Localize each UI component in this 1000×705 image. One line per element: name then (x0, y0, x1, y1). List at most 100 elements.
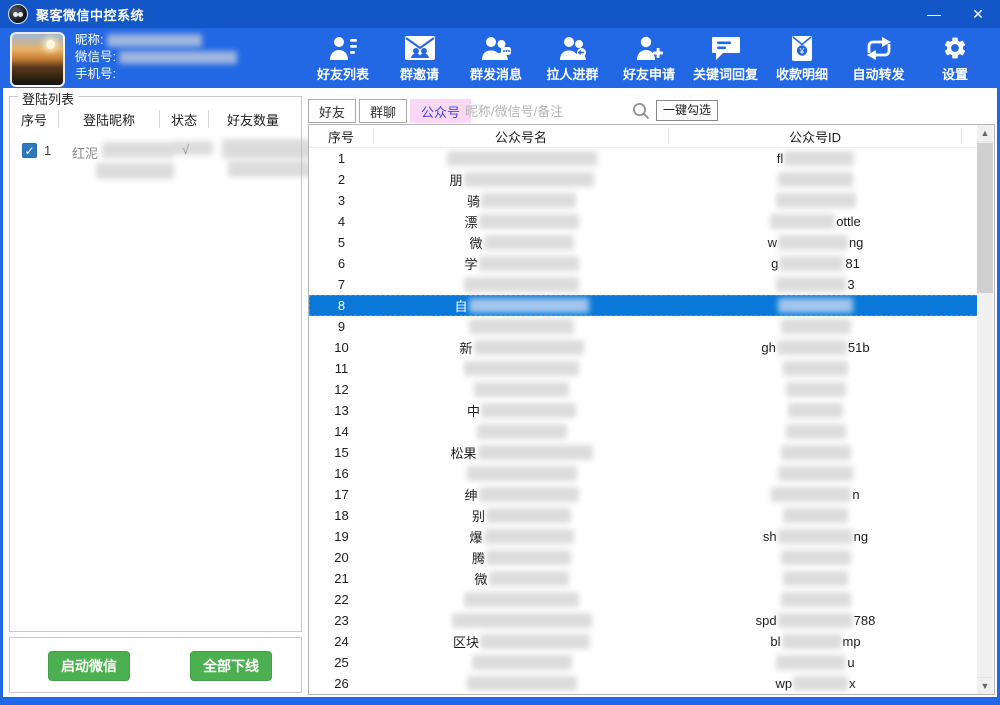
phone-label: 手机号: (75, 66, 116, 84)
user-info: 昵称: 微信号: 手机号: (75, 32, 237, 83)
nav-item-5[interactable]: 好友申请 (614, 31, 684, 88)
nav-item-3[interactable]: 群发消息 (461, 31, 531, 88)
table-row-24[interactable]: 24区块blmp (309, 631, 978, 652)
redacted-id (770, 214, 835, 229)
nav-item-6[interactable]: 关键词回复 (691, 31, 761, 88)
login-count-redacted2 (228, 161, 316, 177)
nav-item-8[interactable]: 自动转发 (844, 31, 914, 88)
nav-item-9[interactable]: 设置 (920, 31, 990, 88)
login-status-redacted (173, 141, 213, 155)
row-account-id (669, 592, 962, 607)
row-account-name: 微 (374, 569, 669, 588)
row-account-name: 爆 (374, 527, 669, 546)
redacted-id (783, 508, 848, 523)
table-row-1[interactable]: 1fl (309, 148, 978, 169)
row-account-name: 中 (374, 401, 669, 420)
nav-label: 好友申请 (623, 64, 675, 83)
pull-into-group-icon (558, 33, 588, 63)
table-row-15[interactable]: 15松果 (309, 442, 978, 463)
redacted-name (479, 256, 579, 271)
scrollbar-thumb[interactable] (977, 143, 993, 293)
table-row-26[interactable]: 26wpx (309, 673, 978, 694)
mass-message-icon (481, 33, 511, 63)
nav-label: 关键词回复 (693, 64, 758, 83)
table-row-21[interactable]: 21微 (309, 568, 978, 589)
nav-label: 设置 (942, 64, 968, 83)
row-num: 9 (309, 319, 374, 334)
table-row-9[interactable]: 9 (309, 316, 978, 337)
group-invite-icon (405, 33, 435, 63)
row-num: 3 (309, 193, 374, 208)
table-row-23[interactable]: 23spd788 (309, 610, 978, 631)
all-offline-button[interactable]: 全部下线 (190, 651, 272, 681)
row-account-id (669, 361, 962, 376)
start-wechat-button[interactable]: 启动微信 (48, 651, 130, 681)
redacted-name (479, 214, 579, 229)
vertical-scrollbar[interactable]: ▲ ▼ (977, 125, 993, 694)
login-row-checkbox[interactable]: ✓ (22, 143, 37, 158)
table-row-7[interactable]: 73 (309, 274, 978, 295)
tab-groups[interactable]: 群聊 (359, 99, 407, 123)
row-account-id (669, 571, 962, 586)
row-account-id (669, 193, 962, 208)
row-account-name: 绅 (374, 485, 669, 504)
table-row-8[interactable]: 8自 (309, 295, 978, 316)
table-row-25[interactable]: 25u (309, 652, 978, 673)
table-row-4[interactable]: 4漂ottle (309, 211, 978, 232)
table-row-20[interactable]: 20腾 (309, 547, 978, 568)
nav-item-4[interactable]: 拉人进群 (538, 31, 608, 88)
redacted-id (781, 319, 851, 334)
search-input[interactable] (465, 99, 650, 123)
redacted-name (480, 634, 590, 649)
row-account-name: 松果 (374, 443, 669, 462)
table-row-6[interactable]: 6学g81 (309, 253, 978, 274)
table-row-17[interactable]: 17绅n (309, 484, 978, 505)
login-row[interactable]: ✓ 1 红泥 √ (10, 137, 301, 187)
tab-official-accounts[interactable]: 公众号 (410, 99, 471, 123)
row-account-name: 自 (374, 296, 669, 315)
minimize-button[interactable]: — (912, 0, 956, 28)
row-account-name: 朋 (374, 170, 669, 189)
tab-friends[interactable]: 好友 (308, 99, 356, 123)
redacted-name (481, 403, 576, 418)
row-num: 7 (309, 277, 374, 292)
table-row-16[interactable]: 16 (309, 463, 978, 484)
table-row-13[interactable]: 13中 (309, 400, 978, 421)
redacted-id (776, 277, 846, 292)
table-row-3[interactable]: 3骑 (309, 190, 978, 211)
redacted-id (776, 193, 856, 208)
table-row-19[interactable]: 19爆shng (309, 526, 978, 547)
login-list-title: 登陆列表 (18, 89, 78, 108)
row-account-name (374, 382, 669, 397)
row-account-id (669, 382, 962, 397)
close-button[interactable]: ✕ (956, 0, 1000, 28)
table-row-12[interactable]: 12 (309, 379, 978, 400)
table-row-2[interactable]: 2朋 (309, 169, 978, 190)
redacted-id (784, 151, 854, 166)
table-row-22[interactable]: 22 (309, 589, 978, 610)
redacted-id (778, 298, 853, 313)
nav-item-7[interactable]: ¥收款明细 (767, 31, 837, 88)
row-account-name: 漂 (374, 212, 669, 231)
title-bar: 聚客微信中控系统 — ✕ (0, 0, 1000, 28)
scroll-down-icon[interactable]: ▼ (977, 677, 993, 694)
nav-item-1[interactable]: 好友列表 (308, 31, 378, 88)
window-title: 聚客微信中控系统 (36, 5, 144, 24)
select-all-button[interactable]: 一键勾选 (656, 100, 718, 121)
row-num: 25 (309, 655, 374, 670)
table-body: 1fl2朋3骑4漂ottle5微wng6学g81738自910新gh51b111… (309, 148, 978, 695)
scroll-up-icon[interactable]: ▲ (977, 125, 993, 142)
search-icon[interactable] (631, 101, 651, 121)
row-account-id (669, 319, 962, 334)
row-num: 12 (309, 382, 374, 397)
table-row-18[interactable]: 18别 (309, 505, 978, 526)
row-num: 18 (309, 508, 374, 523)
row-account-name: 学 (374, 254, 669, 273)
table-row-11[interactable]: 11 (309, 358, 978, 379)
table-row-14[interactable]: 14 (309, 421, 978, 442)
redacted-name (467, 466, 577, 481)
table-row-5[interactable]: 5微wng (309, 232, 978, 253)
row-account-name (374, 466, 669, 481)
nav-item-2[interactable]: 群邀请 (385, 31, 455, 88)
table-row-10[interactable]: 10新gh51b (309, 337, 978, 358)
